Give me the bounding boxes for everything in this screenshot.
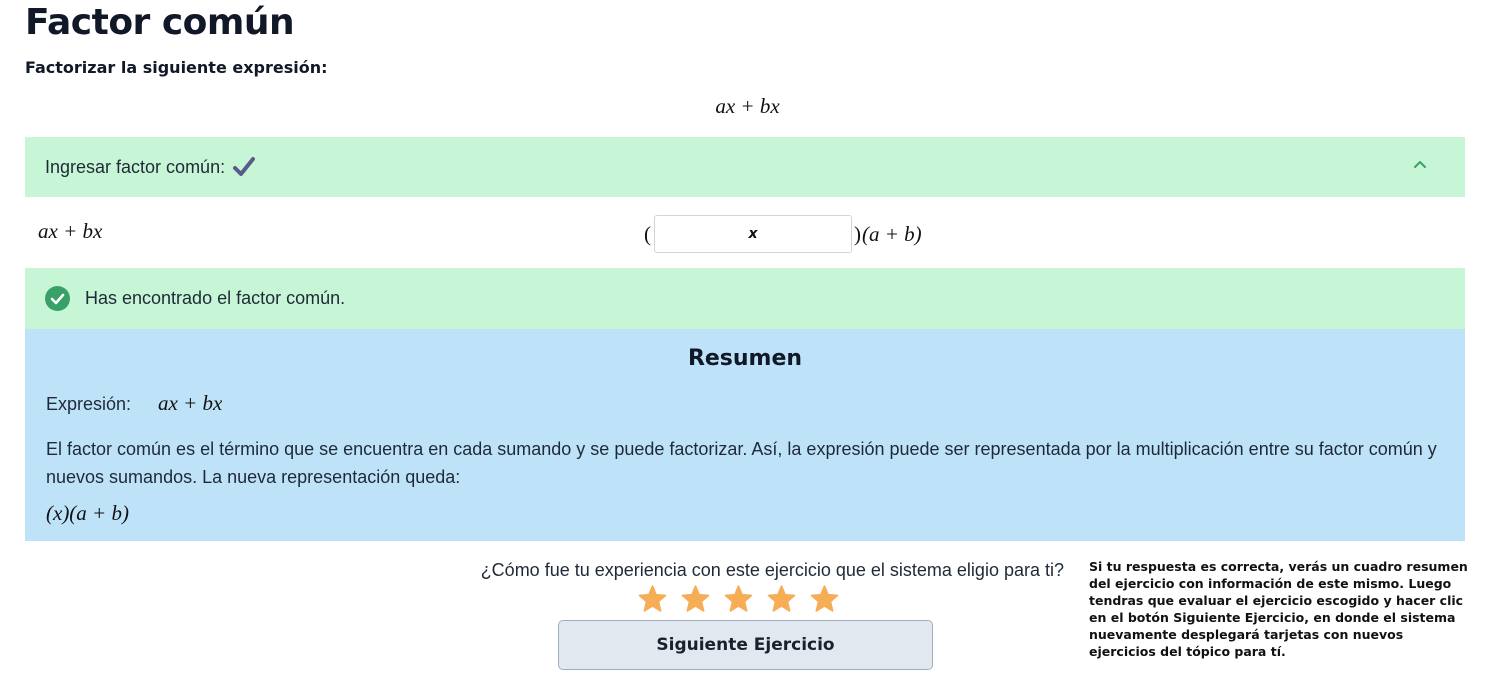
step-expression: ax + bx (38, 219, 103, 243)
star-3-icon[interactable] (724, 585, 753, 612)
check-icon (233, 157, 256, 177)
check-circle-icon (45, 286, 70, 311)
star-2-icon[interactable] (681, 585, 710, 612)
rating-question: ¿Cómo fue tu experiencia con este ejerci… (480, 560, 1064, 580)
open-paren: ( (644, 221, 651, 246)
close-paren: ) (854, 221, 861, 246)
star-4-icon[interactable] (767, 585, 796, 612)
next-exercise-button[interactable]: Siguiente Ejercicio (558, 620, 933, 670)
factor-answer-row: ( ) (a + b) (644, 215, 922, 253)
summary-expression: ax + bx (158, 391, 223, 415)
success-alert: Has encontrado el factor común. (25, 268, 1465, 329)
summary-description: El factor común es el término que se enc… (46, 439, 1437, 487)
star-rating (638, 585, 839, 612)
summary-title: Resumen (687, 346, 803, 371)
step-accordion-header[interactable]: Ingresar factor común: (25, 137, 1465, 197)
page-title: Factor común (25, 2, 295, 43)
exercise-expression: ax + bx (715, 94, 780, 118)
summary-expression-label: Expresión: (46, 394, 132, 414)
instruction-annotation: Si tu respuesta es correcta, verás un cu… (1089, 559, 1468, 659)
remaining-factor: (a + b) (862, 221, 922, 246)
star-5-icon[interactable] (810, 585, 839, 612)
factor-input[interactable] (654, 215, 852, 253)
exercise-instruction: Factorizar la siguiente expresión: (25, 58, 328, 77)
chevron-up-icon[interactable] (1413, 159, 1427, 169)
step-header-label: Ingresar factor común: (45, 156, 226, 177)
summary-panel: Resumen Expresión: ax + bx El factor com… (25, 329, 1465, 541)
summary-expression-row: Expresión: ax + bx (46, 391, 222, 416)
summary-result: (x)(a + b) (46, 501, 129, 525)
success-message: Has encontrado el factor común. (85, 288, 346, 308)
star-1-icon[interactable] (638, 585, 667, 612)
